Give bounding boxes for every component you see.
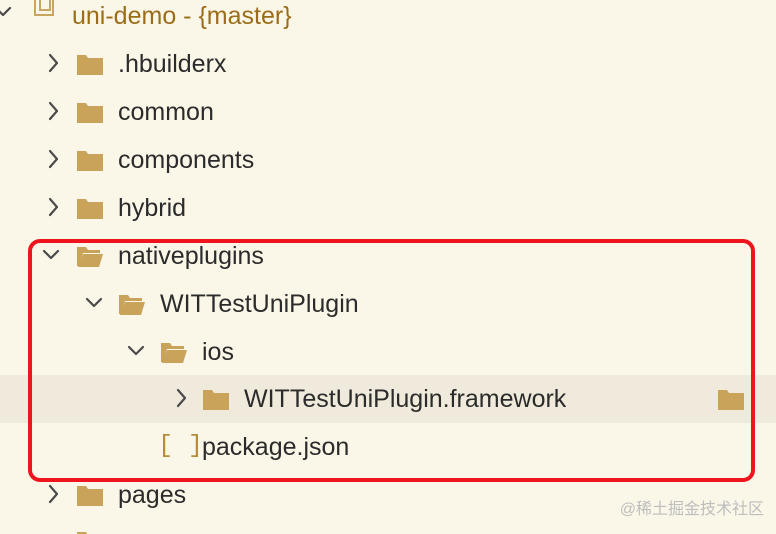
tree-item-components[interactable]: components <box>0 136 776 184</box>
tree-item-wittestuniplugin[interactable]: WITTestUniPlugin <box>0 280 776 328</box>
tree-item-package-json[interactable]: [ ] package.json <box>0 423 776 471</box>
chevron-right-icon[interactable] <box>43 482 63 506</box>
chevron-right-icon[interactable] <box>171 386 191 410</box>
folder-icon <box>76 100 104 124</box>
tree-item-wittestuniplugin-framework[interactable]: WITTestUniPlugin.framework <box>0 375 776 423</box>
project-icon <box>34 0 54 16</box>
tree-item-hybrid[interactable]: hybrid <box>0 184 776 232</box>
tree-item-hbuilderx[interactable]: .hbuilderx <box>0 40 776 88</box>
chevron-right-icon[interactable] <box>43 147 63 171</box>
tree-item-label: package.json <box>202 433 350 461</box>
tree-item-label: WITTestUniPlugin <box>160 290 359 318</box>
chevron-down-icon[interactable] <box>126 339 146 363</box>
tree-item-common[interactable]: common <box>0 88 776 136</box>
tree-item-label: components <box>118 146 255 174</box>
tree-item-label: hybrid <box>118 194 187 222</box>
tree-item-ios[interactable]: ios <box>0 328 776 376</box>
watermark-text: @稀土掘金技术社区 <box>619 501 764 518</box>
tree-item-label: pages <box>118 481 187 509</box>
chevron-right-icon[interactable] <box>43 195 63 219</box>
folder-icon <box>76 196 104 220</box>
folder-open-icon <box>76 244 104 268</box>
chevron-right-icon[interactable] <box>43 51 63 75</box>
folder-icon <box>76 148 104 172</box>
tree-item-label: WITTestUniPlugin.framework <box>244 385 567 413</box>
folder-open-icon <box>160 340 188 364</box>
chevron-right-icon[interactable] <box>43 99 63 123</box>
tree-item-label: common <box>118 98 214 126</box>
folder-icon <box>717 387 745 411</box>
tree-root-label: uni-demo - {master} <box>72 2 292 30</box>
tree-item-nativeplugins[interactable]: nativeplugins <box>0 232 776 280</box>
tree-item-label: ios <box>202 338 234 366</box>
tree-item-label: nativeplugins <box>118 242 264 270</box>
tree-item-label: .hbuilderx <box>118 50 227 78</box>
chevron-down-icon[interactable] <box>84 291 104 315</box>
folder-icon <box>202 387 230 411</box>
folder-icon <box>76 529 104 534</box>
json-file-icon: [ ] <box>158 431 204 460</box>
tree-root-row[interactable]: uni-demo - {master} <box>0 0 776 39</box>
folder-icon <box>76 52 104 76</box>
folder-open-icon <box>118 292 146 316</box>
chevron-down-icon[interactable] <box>41 243 61 267</box>
project-explorer-tree: uni-demo - {master} .hbuilderx common co… <box>0 0 776 534</box>
folder-icon <box>76 483 104 507</box>
chevron-down-icon[interactable] <box>0 0 13 24</box>
tree-item-partial <box>0 519 776 534</box>
